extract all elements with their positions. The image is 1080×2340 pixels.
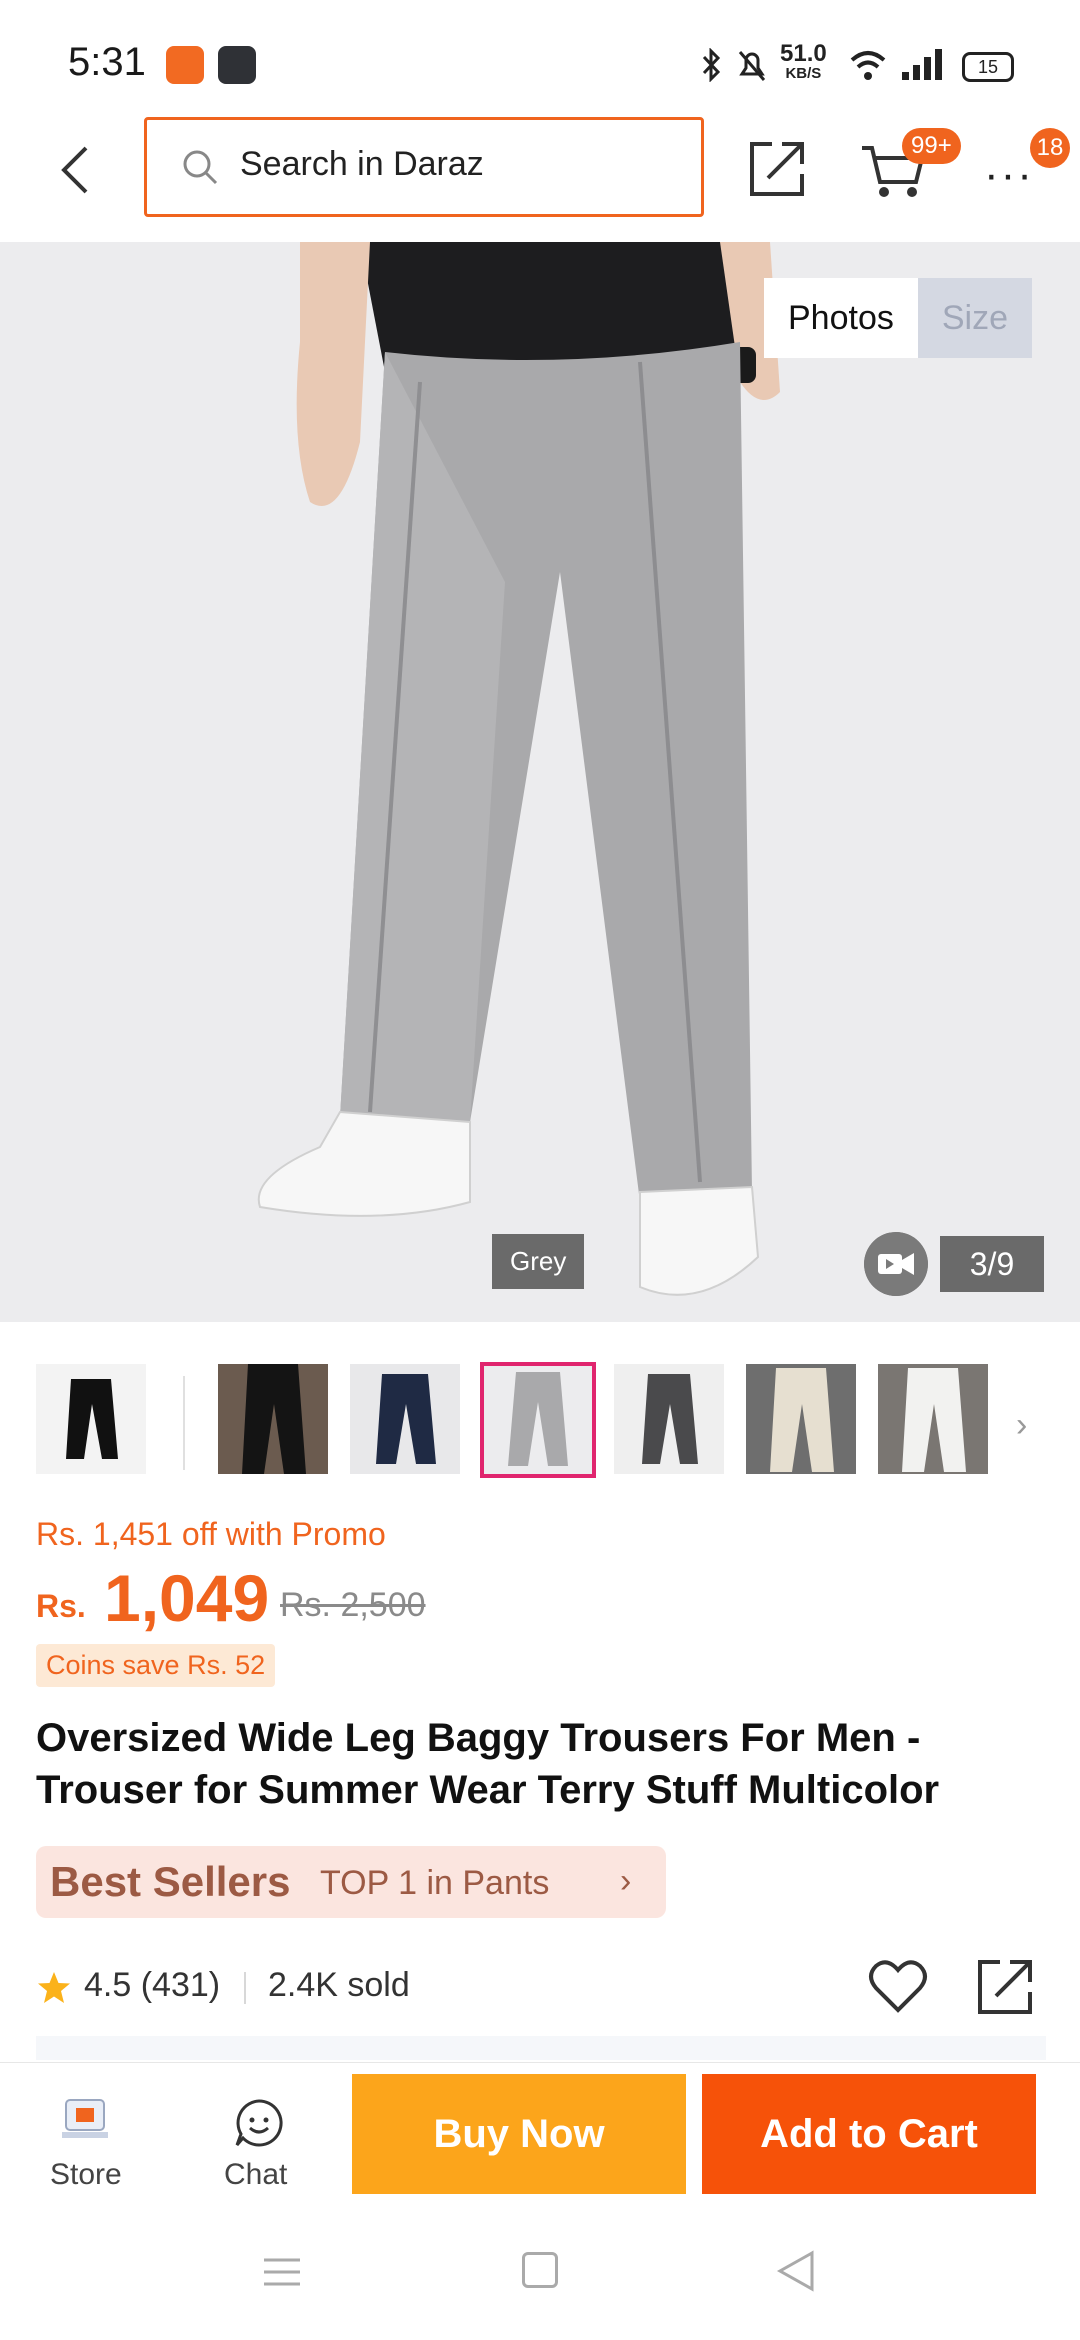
wishlist-heart-icon[interactable] xyxy=(868,1958,928,2014)
share-icon[interactable] xyxy=(748,138,808,198)
chevron-right-icon: › xyxy=(620,1862,632,1900)
original-price: Rs. 2,500 xyxy=(280,1586,426,1624)
coins-badge: Coins save Rs. 52 xyxy=(36,1644,276,1687)
thumb-trousers-icon xyxy=(614,1364,724,1474)
recent-apps-icon[interactable] xyxy=(262,2254,302,2290)
buy-now-button[interactable]: Buy Now xyxy=(352,2074,686,2194)
tab-photos[interactable]: Photos xyxy=(764,278,918,358)
thumbnail-navy[interactable] xyxy=(350,1364,460,1474)
store-label[interactable]: Store xyxy=(50,2158,122,2192)
cart-badge: 99+ xyxy=(902,128,961,164)
chat-icon[interactable] xyxy=(234,2098,284,2148)
sold-count: 2.4K sold xyxy=(268,1966,410,2004)
thumbnail-white[interactable] xyxy=(878,1364,988,1474)
thumbnail-grey-selected[interactable] xyxy=(480,1362,596,1478)
star-icon xyxy=(38,1972,70,2003)
chat-label[interactable]: Chat xyxy=(224,2158,287,2192)
video-play-icon[interactable] xyxy=(864,1232,928,1296)
search-icon xyxy=(183,150,218,185)
best-sellers-label: Best Sellers xyxy=(50,1858,291,1905)
home-icon[interactable] xyxy=(522,2252,558,2288)
thumbnail-black-2[interactable] xyxy=(218,1364,328,1474)
section-divider xyxy=(36,2036,1046,2060)
color-variant-tag: Grey xyxy=(492,1234,585,1289)
store-icon[interactable] xyxy=(58,2096,112,2142)
bluetooth-icon xyxy=(702,48,721,82)
battery-icon: 15 xyxy=(962,52,1014,82)
thumb-trousers-icon xyxy=(878,1364,988,1474)
product-image[interactable] xyxy=(0,242,1080,1322)
current-price: 1,049 xyxy=(104,1561,270,1635)
promo-discount: Rs. 1,451 off with Promo xyxy=(36,1516,386,1552)
back-triangle-icon[interactable] xyxy=(776,2250,816,2292)
app-notification-icon xyxy=(166,46,204,84)
thumb-trousers-icon xyxy=(746,1364,856,1474)
status-time: 5:31 xyxy=(68,40,146,84)
gallery-tabs: Photos Size xyxy=(764,278,1032,358)
product-title: Oversized Wide Leg Baggy Trousers For Me… xyxy=(36,1716,940,1812)
net-speed: 51.0 KB/S xyxy=(780,40,827,83)
signal-icon xyxy=(902,49,942,80)
product-photo-trousers xyxy=(0,242,1080,1322)
image-counter: 3/9 xyxy=(940,1236,1044,1292)
app-folder-icon xyxy=(218,46,256,84)
thumbnail-black-1[interactable] xyxy=(36,1364,146,1474)
thumb-trousers-icon xyxy=(350,1364,460,1474)
mute-icon xyxy=(738,51,766,81)
thumbnail-beige[interactable] xyxy=(746,1364,856,1474)
wifi-icon xyxy=(850,51,886,80)
tab-size[interactable]: Size xyxy=(917,278,1032,358)
rating-divider xyxy=(244,1972,246,2004)
thumb-trousers-icon xyxy=(36,1364,146,1474)
search-placeholder: Search in Daraz xyxy=(240,145,484,183)
thumbnail-dark-grey[interactable] xyxy=(614,1364,724,1474)
best-sellers-rank: TOP 1 in Pants xyxy=(320,1864,550,1902)
thumb-trousers-icon xyxy=(218,1364,328,1474)
chevron-right-icon[interactable]: › xyxy=(1016,1406,1027,1445)
thumb-trousers-icon xyxy=(484,1366,592,1474)
back-arrow-icon[interactable] xyxy=(52,140,100,200)
thumbnail-divider xyxy=(183,1376,185,1470)
add-to-cart-button[interactable]: Add to Cart xyxy=(702,2074,1036,2194)
rating-text[interactable]: 4.5 (431) xyxy=(84,1966,220,2005)
more-badge: 18 xyxy=(1030,128,1070,168)
share-icon[interactable] xyxy=(976,1956,1036,2016)
more-menu-icon[interactable]: ··· xyxy=(984,150,1034,200)
price-currency: Rs. xyxy=(36,1588,86,1624)
